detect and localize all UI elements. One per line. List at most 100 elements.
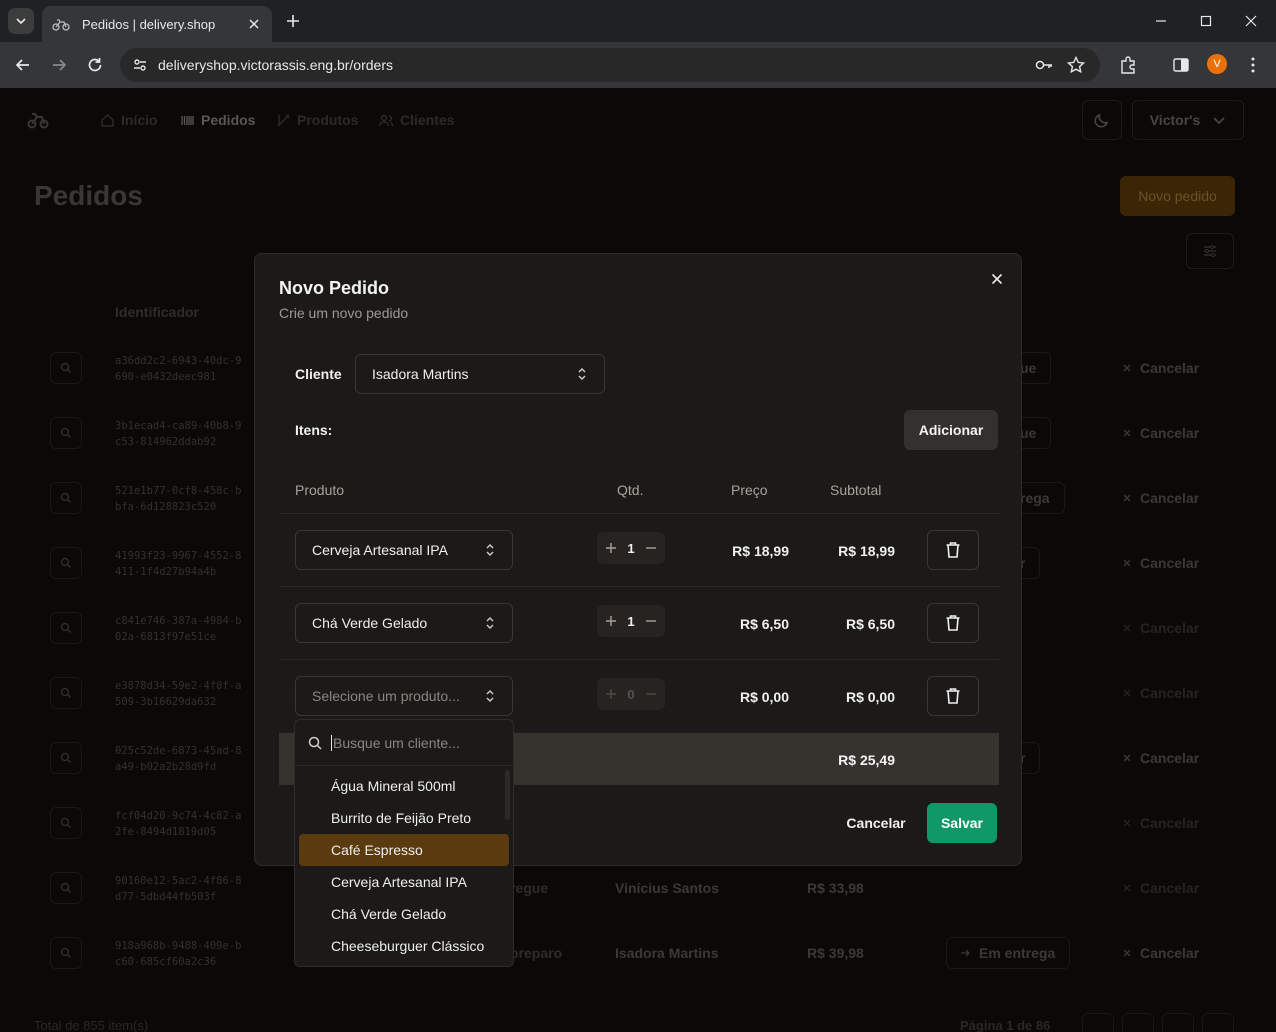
browser-tab[interactable]: Pedidos | delivery.shop [42, 6, 272, 42]
order-id: 918a968b-9488-409e-bc60-685cf60a2c36 [115, 940, 242, 968]
combobox-search-input[interactable] [331, 734, 491, 751]
filter-button[interactable] [1186, 233, 1234, 269]
nav-link-produtos[interactable]: Produtos [276, 112, 358, 128]
plus-icon[interactable] [605, 615, 617, 627]
combobox-option[interactable]: Cheeseburguer Clássico [299, 930, 509, 962]
remove-item-button[interactable] [927, 676, 979, 716]
x-icon [1123, 819, 1131, 827]
view-order-button[interactable] [50, 547, 82, 579]
cancel-order-button[interactable]: Cancelar [1122, 880, 1199, 896]
cancel-order-button[interactable]: Cancelar [1122, 555, 1199, 571]
view-order-button[interactable] [50, 677, 82, 709]
search-icon [60, 947, 71, 958]
dialog-title: Novo Pedido [279, 278, 390, 298]
bookmark-star-icon[interactable] [1066, 55, 1086, 75]
maximize-icon[interactable] [1197, 12, 1215, 30]
combobox-option[interactable]: Chá Verde Gelado [299, 898, 509, 930]
cancel-order-button[interactable]: Cancelar [1122, 750, 1199, 766]
combobox-option[interactable]: Burrito de Feijão Preto [299, 802, 509, 834]
minus-icon[interactable] [645, 615, 657, 627]
cancel-order-button[interactable]: Cancelar [1122, 945, 1199, 961]
first-page-button[interactable] [1082, 1013, 1114, 1032]
plus-icon[interactable] [605, 688, 617, 700]
cancel-order-button[interactable]: Cancelar [1122, 360, 1199, 376]
remove-item-button[interactable] [927, 530, 979, 570]
site-settings-icon[interactable] [130, 55, 150, 75]
column-header-id: Identificador [115, 304, 200, 320]
tab-search-button[interactable] [8, 8, 34, 34]
utensils-icon [277, 114, 290, 126]
remove-item-button[interactable] [927, 603, 979, 643]
nav-label: Clientes [400, 112, 455, 128]
cancel-order-label: Cancelar [1140, 945, 1200, 961]
view-order-button[interactable] [50, 872, 82, 904]
next-page-button[interactable] [1162, 1013, 1194, 1032]
new-order-button[interactable]: Novo pedido [1120, 176, 1235, 216]
close-window-icon[interactable] [1242, 12, 1260, 30]
user-menu-button[interactable]: Victor's [1132, 100, 1244, 140]
plus-icon[interactable] [605, 542, 617, 554]
view-order-button[interactable] [50, 352, 82, 384]
cancel-order-button[interactable]: Cancelar [1122, 815, 1199, 831]
view-order-button[interactable] [50, 612, 82, 644]
moon-icon [1094, 113, 1109, 128]
advance-status-label: ue [1020, 360, 1037, 376]
order-client: Isadora Martins [615, 945, 719, 961]
minimize-icon[interactable] [1152, 12, 1170, 30]
search-icon [60, 557, 71, 568]
save-button[interactable]: Salvar [927, 803, 997, 843]
add-item-button[interactable]: Adicionar [904, 410, 998, 450]
quantity-stepper: 1 [597, 532, 665, 564]
combobox-option[interactable]: Cerveja Artesanal IPA [299, 866, 509, 898]
cancel-order-button[interactable]: Cancelar [1122, 425, 1199, 441]
advance-status-button[interactable]: Em entrega [946, 937, 1071, 969]
side-panel-icon[interactable] [1171, 55, 1191, 75]
quantity-value: 1 [627, 540, 635, 556]
product-select-value: Selecione um produto... [312, 688, 460, 704]
forward-icon[interactable] [49, 55, 69, 75]
view-order-button[interactable] [50, 482, 82, 514]
order-id: 521e1b77-0cf8-458c-bbfa-6d128823c520 [115, 485, 242, 513]
quantity-stepper: 0 [597, 678, 665, 710]
close-tab-icon[interactable] [246, 16, 262, 32]
minus-icon[interactable] [645, 542, 657, 554]
new-tab-icon[interactable] [282, 10, 304, 32]
nav-link-pedidos[interactable]: Pedidos [180, 112, 255, 128]
address-bar[interactable]: deliveryshop.victorassis.eng.br/orders [120, 48, 1100, 82]
product-select[interactable]: Cerveja Artesanal IPA [295, 530, 513, 570]
last-page-button[interactable] [1202, 1013, 1234, 1032]
extensions-icon[interactable] [1118, 55, 1138, 75]
prev-page-button[interactable] [1122, 1013, 1154, 1032]
client-select[interactable]: Isadora Martins [355, 354, 605, 394]
close-icon[interactable] [989, 271, 1005, 287]
nav-link-clientes[interactable]: Clientes [378, 112, 454, 128]
menu-kebab-icon[interactable] [1243, 55, 1263, 75]
combobox-option[interactable]: Café Espresso [299, 834, 509, 866]
product-select[interactable]: Chá Verde Gelado [295, 603, 513, 643]
scrollbar-thumb[interactable] [505, 770, 510, 820]
combobox-search [295, 720, 513, 766]
search-icon [60, 492, 71, 503]
profile-avatar[interactable]: V [1207, 54, 1227, 74]
password-key-icon[interactable] [1034, 55, 1054, 75]
view-order-button[interactable] [50, 937, 82, 969]
minus-icon[interactable] [645, 688, 657, 700]
cancel-order-button[interactable]: Cancelar [1122, 685, 1199, 701]
back-icon[interactable] [13, 55, 33, 75]
x-icon [1123, 494, 1131, 502]
theme-toggle-button[interactable] [1082, 100, 1122, 140]
cancel-order-button[interactable]: Cancelar [1122, 490, 1199, 506]
cancel-order-label: Cancelar [1140, 620, 1200, 636]
product-select[interactable]: Selecione um produto... [295, 676, 513, 716]
cancel-button[interactable]: Cancelar [835, 803, 917, 843]
combobox-option[interactable]: Água Mineral 500ml [299, 770, 509, 802]
top-nav: Início Pedidos Produtos Clientes Victor'… [0, 88, 1276, 152]
nav-link-inicio[interactable]: Início [100, 112, 158, 128]
view-order-button[interactable] [50, 807, 82, 839]
delivery-bike-icon [52, 19, 70, 31]
view-order-button[interactable] [50, 742, 82, 774]
view-order-button[interactable] [50, 417, 82, 449]
cancel-order-button[interactable]: Cancelar [1122, 620, 1199, 636]
items-label: Itens: [295, 422, 333, 438]
reload-icon[interactable] [85, 55, 105, 75]
